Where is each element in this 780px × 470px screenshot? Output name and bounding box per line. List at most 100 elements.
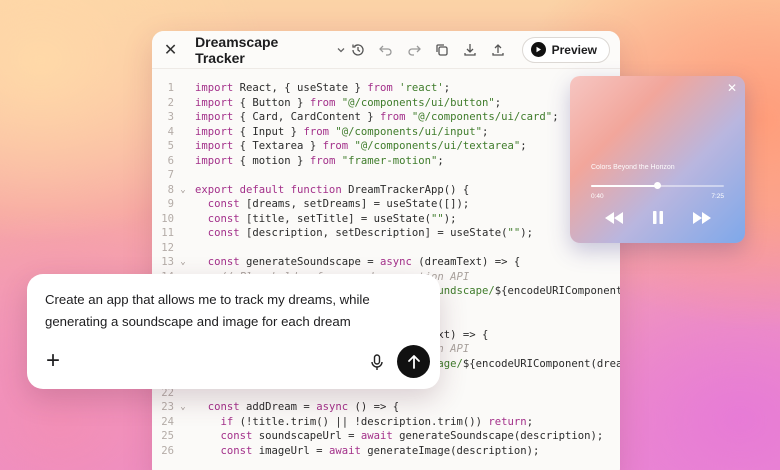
code-line: 13 ⌄ const generateSoundscape = async (dr… [152,255,620,270]
code-text: import { Textarea } from "@/components/u… [195,140,527,152]
line-number: 7 [167,169,174,181]
line-number: 13 [161,256,174,268]
line-number: 3 [167,111,174,123]
code-text: const [description, setDescription] = us… [195,227,534,239]
fold-gutter [174,139,192,154]
code-editor-window: ✕ Dreamscape Tracker Preview 1 import Re… [152,31,620,470]
code-line: 25 const soundscapeUrl = await generateS… [152,429,620,444]
line-number: 12 [161,241,174,254]
chevron-down-icon[interactable] [334,43,347,57]
elapsed-time: 0:40 [591,193,604,200]
arrow-up-icon [407,354,420,369]
code-line: 3 import { Card, CardContent } from "@/co… [152,110,620,125]
progress-slider[interactable] [591,182,724,189]
fold-gutter [174,81,192,96]
line-number: 4 [167,125,174,138]
close-icon[interactable]: ✕ [160,39,181,61]
code-text: const generateSoundscape = async (dreamT… [195,256,521,268]
code-text: import React, { useState } from 'react'; [195,82,451,94]
code-line: 5 import { Textarea } from "@/components/… [152,139,620,154]
line-number: 24 [161,415,174,428]
code-area[interactable]: 1 import React, { useState } from 'react'… [152,69,620,458]
fold-gutter [174,110,192,125]
progress-knob[interactable] [654,182,661,189]
line-number: 11 [161,227,174,239]
history-icon[interactable] [348,40,368,60]
line-number: 9 [167,198,174,210]
code-line: 1 import React, { useState } from 'react'… [152,81,620,96]
editor-toolbar: ✕ Dreamscape Tracker Preview [152,31,620,69]
code-text: const [dreams, setDreams] = useState([])… [195,198,470,210]
fold-gutter [174,168,192,183]
microphone-icon[interactable] [367,352,387,372]
redo-icon[interactable] [404,40,424,60]
rewind-icon[interactable] [604,211,624,225]
fold-chevron-icon[interactable]: ⌄ [174,255,192,270]
fold-gutter [174,96,192,111]
line-number: 5 [167,140,174,152]
pause-icon[interactable] [652,210,664,225]
line-number: 6 [167,154,174,167]
code-line: 24 if (!title.trim() || !description.tri… [152,415,620,430]
send-button[interactable] [397,345,430,378]
line-number: 8 [167,183,174,196]
code-line: 26 const imageUrl = await generateImage(… [152,444,620,459]
code-text: import { Button } from "@/components/ui/… [195,96,502,109]
progress-fill [591,185,658,187]
line-number: 2 [167,96,174,109]
fold-chevron-icon[interactable]: ⌄ [174,183,192,198]
document-title[interactable]: Dreamscape Tracker [195,34,326,66]
track-title: Colors Beyond the Horizon [591,164,675,171]
fold-gutter [174,415,192,430]
preview-label: Preview [551,42,597,57]
fold-gutter [174,429,192,444]
copy-icon[interactable] [432,40,452,60]
line-number: 23 [161,401,174,413]
line-number: 1 [167,82,174,94]
code-line: 11 const [description, setDescription] =… [152,226,620,241]
fold-gutter [174,444,192,459]
play-icon [530,42,546,57]
preview-button[interactable]: Preview [521,36,610,63]
code-text: const [title, setTitle] = useState(""); [195,212,457,225]
download-icon[interactable] [460,40,480,60]
code-line: 23 ⌄ const addDream = async () => { [152,400,620,415]
fold-gutter [174,154,192,169]
share-icon[interactable] [488,40,508,60]
fold-gutter [174,125,192,140]
code-text: if (!title.trim() || !description.trim()… [195,415,534,428]
code-line: 10 const [title, setTitle] = useState(""… [152,212,620,227]
fold-gutter [174,226,192,241]
code-line: 12 [152,241,620,256]
line-number: 25 [161,430,174,442]
add-attachment-button[interactable]: + [43,349,63,373]
code-text: import { Card, CardContent } from "@/com… [195,111,559,123]
code-line: 9 const [dreams, setDreams] = useState([… [152,197,620,212]
fold-gutter [174,212,192,227]
code-text: const addDream = async () => { [195,401,400,413]
code-line: 6 import { motion } from "framer-motion"; [152,154,620,169]
code-text: import { Input } from "@/components/ui/i… [195,125,489,138]
fold-chevron-icon[interactable]: ⌄ [174,400,192,415]
fast-forward-icon[interactable] [692,211,712,225]
code-line: 4 import { Input } from "@/components/ui/… [152,125,620,140]
code-line: 2 import { Button } from "@/components/ui… [152,96,620,111]
code-text: import { motion } from "framer-motion"; [195,154,444,167]
close-icon[interactable]: ✕ [727,81,737,95]
soundscape-player: ✕ Colors Beyond the Horizon 0:40 7:25 [570,76,745,243]
code-text: const soundscapeUrl = await generateSoun… [195,430,604,442]
prompt-composer: Create an app that allows me to track my… [27,274,440,389]
fold-gutter [174,197,192,212]
line-number: 10 [161,212,174,225]
fold-gutter [174,241,192,256]
code-text: export default function DreamTrackerApp(… [195,183,470,196]
prompt-input[interactable]: Create an app that allows me to track my… [45,289,390,333]
undo-icon[interactable] [376,40,396,60]
code-line: 7 [152,168,620,183]
code-line: 8 ⌄ export default function DreamTrackerAp… [152,183,620,198]
duration-time: 7:25 [711,193,724,200]
line-number: 26 [161,444,174,457]
code-text: const imageUrl = await generateImage(des… [195,444,540,457]
